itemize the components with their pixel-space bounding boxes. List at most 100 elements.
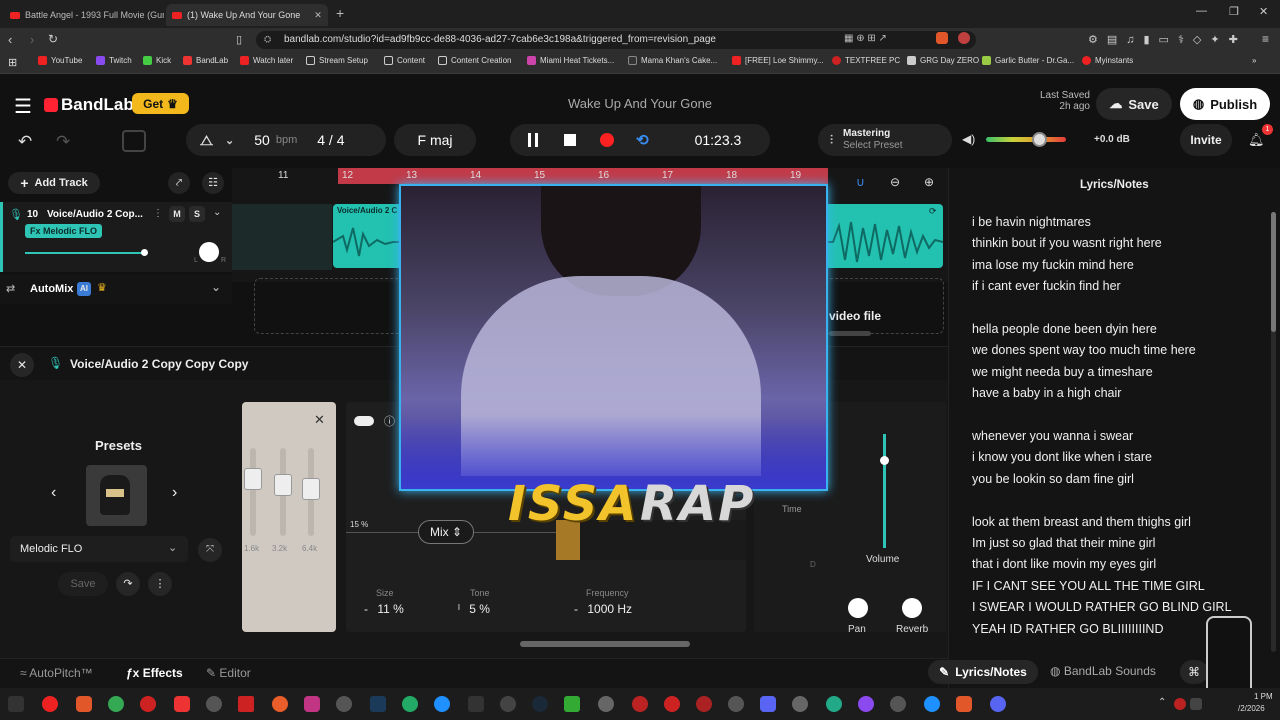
app-icon[interactable]	[792, 696, 808, 712]
bookmark-item[interactable]: Kick	[143, 56, 171, 65]
mix-dropdown[interactable]: Mix ⇕	[418, 520, 474, 544]
add-track-button[interactable]: + Add Track	[8, 172, 100, 194]
chevron-left-icon[interactable]: ‹	[51, 484, 56, 502]
publish-button[interactable]: ◍ Publish	[1180, 88, 1270, 120]
mastering-button[interactable]: ⫶ Mastering Select Preset	[818, 124, 952, 156]
speaker-icon[interactable]: ◀)	[962, 132, 975, 146]
app-icon[interactable]	[42, 696, 58, 712]
tone-value-row[interactable]: ˡ 5 %	[458, 602, 490, 616]
instagram-icon[interactable]	[304, 696, 320, 712]
solo-button[interactable]: S	[189, 206, 205, 222]
bookmark-item[interactable]: Garlic Butter - Dr.Ga...	[982, 56, 1074, 65]
volume-fader-thumb[interactable]	[880, 456, 889, 465]
browser-tab-active[interactable]: (1) Wake Up And Your Gone ✕	[166, 4, 328, 26]
track-name[interactable]: Voice/Audio 2 Cop...	[47, 209, 143, 220]
eq-slider-thumb[interactable]	[244, 468, 262, 490]
reverb-knob[interactable]	[902, 598, 922, 618]
loop-region-icon[interactable]: ⟳	[929, 206, 937, 217]
bookmark-item[interactable]: Miami Heat Tickets...	[527, 56, 614, 65]
eq-slider-track[interactable]	[250, 448, 256, 536]
stop-icon[interactable]	[564, 134, 576, 146]
pause-icon[interactable]	[528, 133, 538, 147]
rewards-icon[interactable]	[958, 32, 970, 44]
piano-keys-icon[interactable]	[122, 130, 146, 152]
loop-icon[interactable]: ⟲	[636, 131, 649, 149]
close-tab-icon[interactable]: ✕	[314, 10, 322, 21]
chevron-down-icon[interactable]: ⌄	[225, 134, 234, 147]
menu-icon[interactable]: ≡	[1262, 32, 1269, 46]
bookmark-item[interactable]: Myinstants	[1082, 56, 1133, 65]
bookmark-item[interactable]: GRG Day ZERO	[907, 56, 979, 65]
automix-row[interactable]: ⇄ AutoMix AI ♛ ⌄	[0, 274, 232, 304]
app-icon[interactable]	[760, 696, 776, 712]
project-title[interactable]: Wake Up And Your Gone	[440, 96, 840, 111]
lyrics-scrollbar-thumb[interactable]	[1271, 212, 1276, 332]
size-value-row[interactable]: - 11 %	[364, 602, 404, 616]
bookmark-item[interactable]: BandLab	[183, 56, 228, 65]
app-icon[interactable]	[500, 696, 516, 712]
brave-shield-icon[interactable]	[936, 32, 948, 44]
automation-icon[interactable]: ⤤	[168, 172, 190, 194]
app-icon[interactable]	[564, 696, 580, 712]
eq-slider-thumb[interactable]	[274, 474, 292, 496]
master-volume-slider[interactable]	[986, 137, 1066, 142]
new-tab-icon[interactable]: +	[336, 5, 344, 21]
bookmark-folder[interactable]: Content	[384, 56, 425, 65]
app-icon[interactable]	[336, 696, 352, 712]
preset-dropdown[interactable]: Melodic FLO ⌄	[10, 536, 188, 562]
bookmark-folder[interactable]: Content Creation	[438, 56, 511, 65]
chevron-right-icon[interactable]: ›	[172, 484, 177, 502]
extension-icons[interactable]: ⚙▤♫▮▭⚕◇✦✚	[1088, 33, 1247, 46]
save-preset-button[interactable]: Save	[58, 572, 108, 596]
volume-slider-thumb[interactable]	[1032, 132, 1047, 147]
chevron-down-icon[interactable]: ⌄	[211, 280, 221, 294]
start-icon[interactable]	[8, 696, 24, 712]
chevron-down-icon[interactable]: ⌄	[213, 207, 221, 218]
metronome-icon[interactable]: ⧍	[200, 132, 213, 149]
reload-icon[interactable]: ↻	[48, 32, 58, 46]
app-icon[interactable]	[174, 696, 190, 712]
bell-icon[interactable]: 🔔︎	[1248, 132, 1265, 148]
forward-icon[interactable]: ›	[30, 32, 34, 47]
track-volume-thumb[interactable]	[141, 249, 148, 256]
app-icon[interactable]	[598, 696, 614, 712]
app-icon[interactable]	[890, 696, 906, 712]
reset-preset-icon[interactable]: ⤧	[198, 538, 222, 562]
zoom-out-icon[interactable]: ⊖	[890, 175, 900, 189]
obs-icon[interactable]	[206, 696, 222, 712]
volume-fader[interactable]	[883, 434, 886, 548]
lyrics-text-area[interactable]: i be havin nightmares thinkin bout if yo…	[972, 212, 1262, 636]
app-icon[interactable]	[140, 696, 156, 712]
more-options-icon[interactable]: ⋮	[148, 572, 172, 596]
app-icon[interactable]	[402, 696, 418, 712]
record-icon[interactable]	[600, 133, 614, 147]
time-signature[interactable]: 4 / 4	[317, 132, 344, 148]
hamburger-menu-icon[interactable]: ☰	[14, 94, 32, 119]
more-options-icon[interactable]: ⋮	[153, 208, 163, 219]
close-window-icon[interactable]: ✕	[1259, 5, 1268, 18]
horizontal-scrollbar[interactable]	[520, 641, 690, 647]
maximize-icon[interactable]: ❐	[1229, 5, 1239, 18]
minimize-icon[interactable]: —	[1196, 5, 1207, 17]
snap-magnet-icon[interactable]: ∪	[856, 175, 865, 189]
bookmark-item[interactable]: Twitch	[96, 56, 132, 65]
share-icon[interactable]: ↷	[116, 572, 140, 596]
discord-icon[interactable]	[990, 696, 1006, 712]
bandlab-logo[interactable]: BandLab	[44, 95, 134, 115]
track-volume-slider[interactable]	[25, 252, 143, 254]
pan-knob[interactable]	[199, 242, 219, 262]
close-panel-icon[interactable]: ✕	[10, 353, 34, 377]
bookmark-item[interactable]: [FREE] Loe Shimmy...	[732, 56, 824, 65]
get-membership-button[interactable]: Get ♛	[132, 93, 189, 114]
bookmark-folder[interactable]: Stream Setup	[306, 56, 368, 65]
lyrics-notes-tab[interactable]: ✎ Lyrics/Notes	[928, 660, 1038, 684]
close-icon[interactable]: ✕	[314, 412, 325, 428]
app-icon[interactable]	[272, 696, 288, 712]
tray-icon[interactable]	[1174, 698, 1186, 710]
edge-icon[interactable]	[434, 696, 450, 712]
track-header[interactable]: 🎙︎ 10 Voice/Audio 2 Cop... ⋮ M S ⌄ Fx Me…	[0, 202, 232, 272]
bookmark-item[interactable]: Watch later	[240, 56, 293, 65]
photoshop-icon[interactable]	[370, 696, 386, 712]
app-icon[interactable]	[826, 696, 842, 712]
invite-button[interactable]: Invite	[1180, 124, 1232, 156]
